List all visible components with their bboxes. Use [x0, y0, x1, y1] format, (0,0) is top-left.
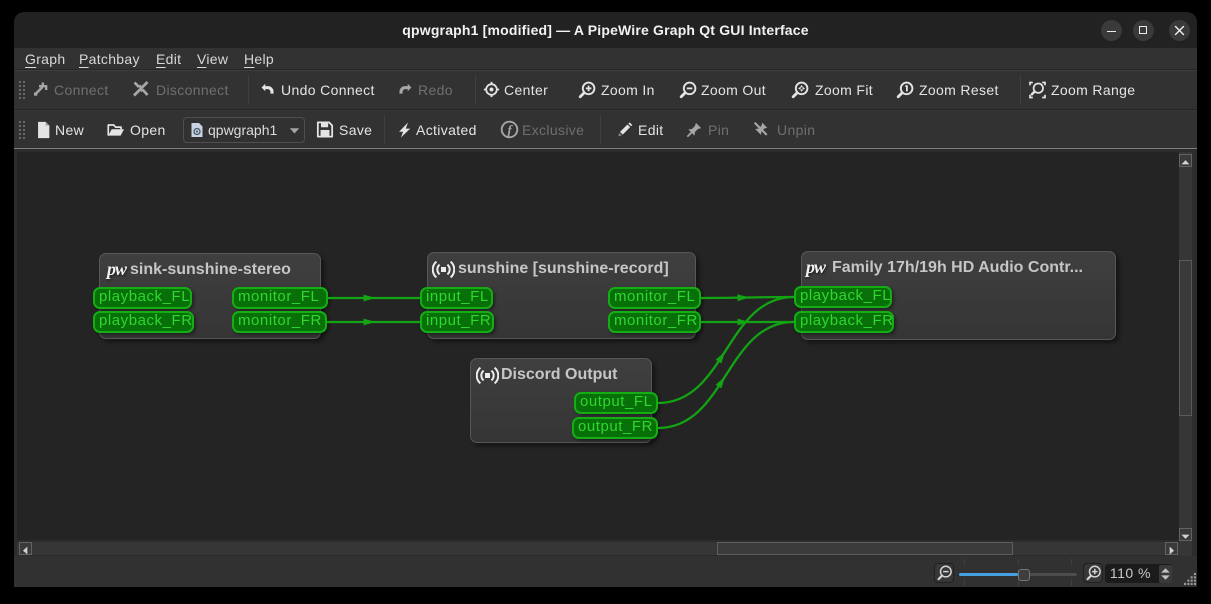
svg-text:f: f: [508, 122, 514, 137]
